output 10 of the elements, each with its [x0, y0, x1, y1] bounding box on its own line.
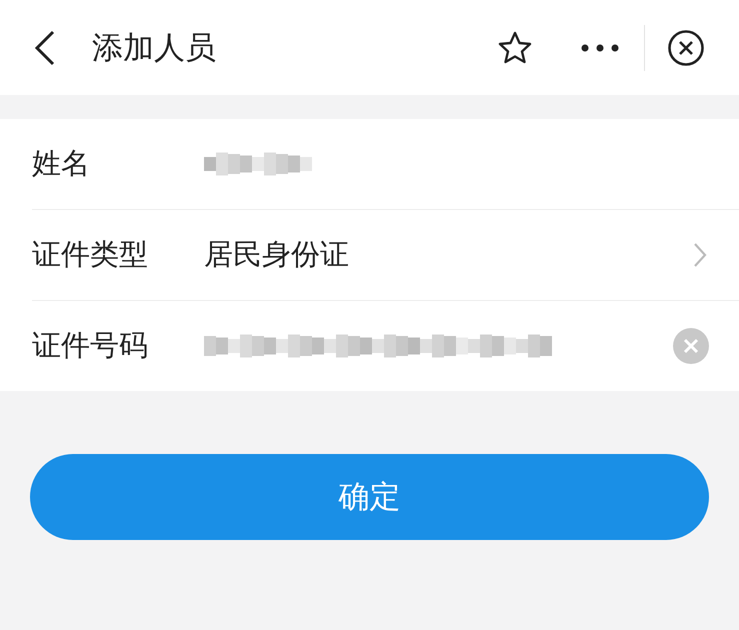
chevron-right-icon — [693, 242, 707, 268]
star-icon[interactable] — [498, 30, 532, 64]
field-label: 证件类型 — [32, 236, 149, 273]
back-icon[interactable] — [34, 30, 56, 66]
page-title: 添加人员 — [92, 28, 216, 68]
field-label: 姓名 — [32, 145, 91, 182]
select-field[interactable]: 居民身份证 — [204, 235, 693, 275]
field-label: 证件号码 — [32, 327, 149, 364]
more-icon[interactable] — [580, 44, 620, 52]
close-icon[interactable] — [667, 28, 705, 66]
